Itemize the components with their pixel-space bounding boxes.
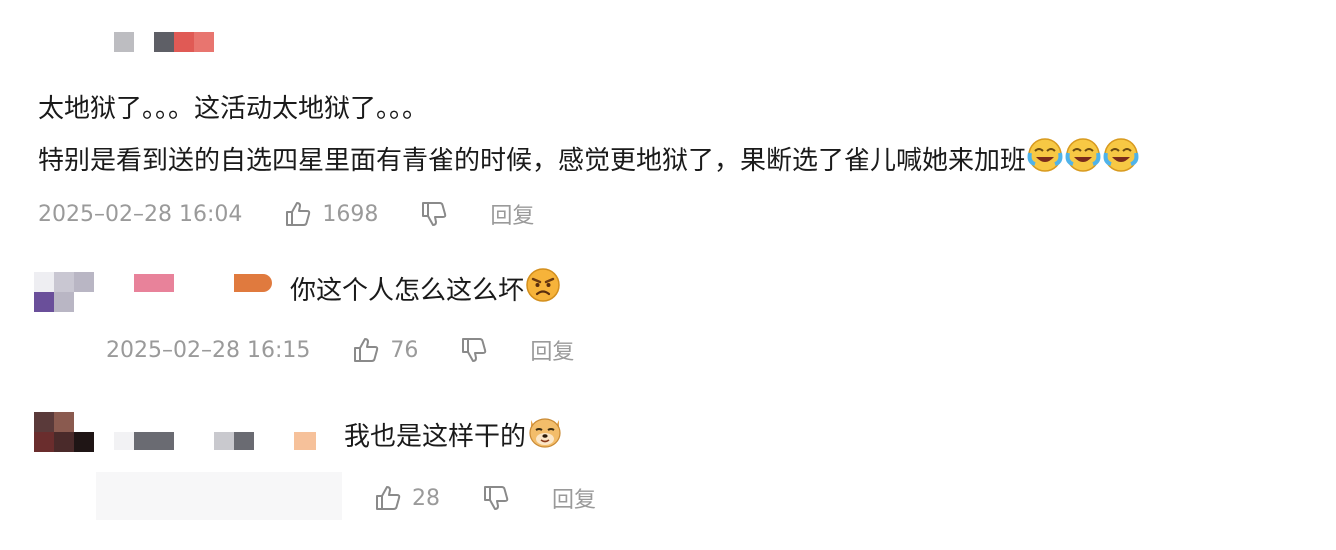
thumbs-down-icon <box>484 486 509 510</box>
censor-block <box>174 32 194 52</box>
like-count: 1698 <box>322 201 379 227</box>
reply-button[interactable]: 回复 <box>552 482 596 514</box>
like-count: 28 <box>412 485 440 511</box>
crying-laughing-icon <box>1102 136 1140 183</box>
dislike-button[interactable] <box>460 336 488 364</box>
main-comment-line-2-text: 特别是看到送的自选四星里面有青雀的时候，感觉更地狱了，果断选了雀儿喊她来加班 <box>38 146 1027 176</box>
timestamp: 2025–02–28 16:04 <box>38 201 243 227</box>
reply-button[interactable]: 回复 <box>530 334 574 366</box>
censor-block <box>34 272 54 292</box>
censor-block <box>134 274 174 292</box>
censor-block <box>54 412 74 432</box>
like-button[interactable]: 28 <box>374 484 440 512</box>
censor-block <box>234 274 272 292</box>
angry-face-icon <box>524 266 562 313</box>
reply-2-text-line: 我也是这样干的 <box>344 416 564 459</box>
censor-patch <box>96 472 342 520</box>
censor-block <box>54 292 74 312</box>
reply-1-meta: 2025–02–28 16:15 76 回复 <box>106 334 574 366</box>
thumbs-up-icon <box>286 202 311 226</box>
reply-2-text: 我也是这样干的 <box>344 422 527 452</box>
like-button[interactable]: 1698 <box>284 200 378 228</box>
censor-block <box>54 272 74 292</box>
censor-block <box>34 292 54 312</box>
like-button[interactable]: 76 <box>352 336 418 364</box>
censor-block <box>134 432 174 450</box>
dislike-button[interactable] <box>482 484 510 512</box>
reply-1-text-line: 你这个人怎么这么坏 <box>290 268 562 313</box>
like-count: 76 <box>390 337 419 363</box>
censor-block <box>154 32 174 52</box>
thumbs-up-icon <box>354 338 379 362</box>
reply-2-meta: 28 回复 <box>374 482 596 514</box>
censor-block <box>194 32 214 52</box>
crying-laughing-icon <box>1026 136 1064 183</box>
censor-block <box>34 432 54 452</box>
censor-block <box>234 432 254 450</box>
censor-block <box>114 32 134 52</box>
censor-block <box>74 432 94 452</box>
thumbs-up-icon <box>376 486 401 510</box>
main-comment-line-2: 特别是看到送的自选四星里面有青雀的时候，感觉更地狱了，果断选了雀儿喊她来加班 <box>38 138 1140 183</box>
censor-block <box>294 432 316 450</box>
reply-1-text: 你这个人怎么这么坏 <box>290 276 525 306</box>
dislike-button[interactable] <box>420 200 448 228</box>
thumbs-down-icon <box>462 338 487 362</box>
censor-block <box>54 432 74 452</box>
censor-block <box>74 272 94 292</box>
main-comment-meta: 2025–02–28 16:04 1698 回复 <box>38 198 534 230</box>
censor-block <box>214 432 234 450</box>
thumbs-down-icon <box>422 202 447 226</box>
censor-block <box>34 412 54 432</box>
reply-button[interactable]: 回复 <box>490 198 534 230</box>
main-comment-line-1: 太地狱了。。。这活动太地狱了。。。 <box>38 94 429 124</box>
censor-block <box>114 432 134 450</box>
timestamp: 2025–02–28 16:15 <box>106 337 311 363</box>
doge-icon <box>526 412 564 459</box>
crying-laughing-icon <box>1064 136 1102 183</box>
